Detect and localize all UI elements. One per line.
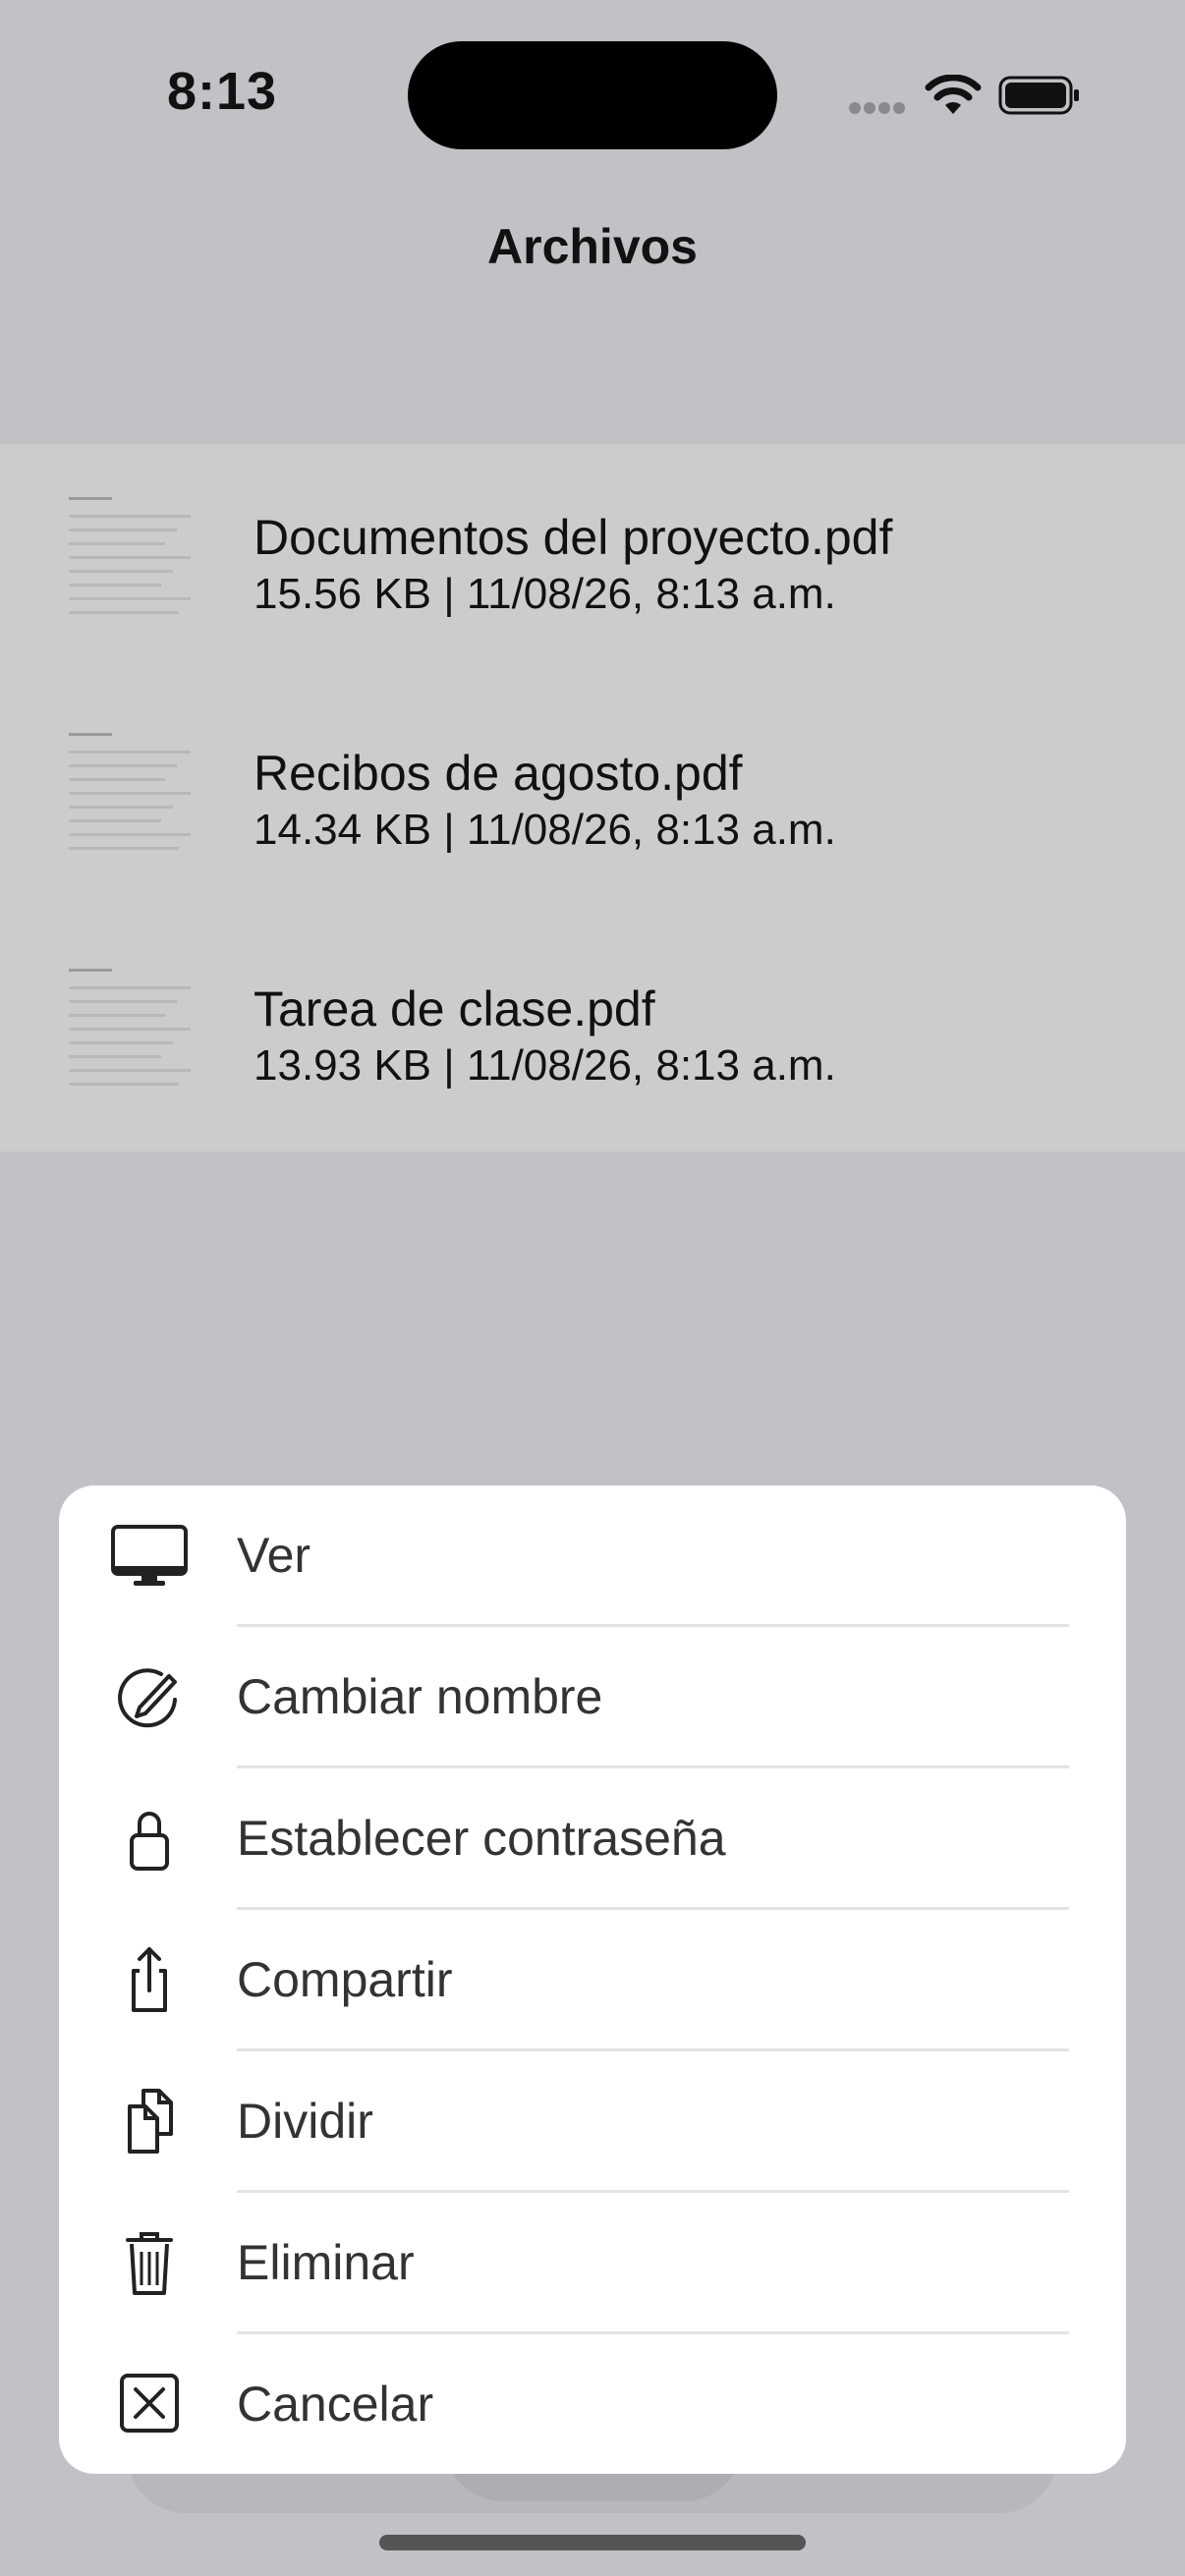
pdf-thumbnail-icon (69, 969, 197, 1096)
wifi-icon (925, 75, 982, 114)
split-documents-icon (128, 2089, 173, 2154)
file-name: Recibos de agosto.pdf (254, 746, 743, 801)
status-time: 8:13 (167, 62, 278, 121)
file-meta: 15.56 KB | 11/08/26, 8:13 a.m. (254, 570, 836, 618)
share-icon (132, 1947, 167, 2012)
file-name: Tarea de clase.pdf (254, 981, 655, 1036)
cellular-signal-icon (849, 101, 908, 115)
lock-icon (130, 1812, 169, 1871)
battery-icon (998, 76, 1079, 115)
file-name: Documentos del proyecto.pdf (254, 510, 893, 565)
file-row[interactable]: Tarea de clase.pdf 13.93 KB | 11/08/26, … (0, 916, 1185, 1151)
dynamic-island (408, 41, 777, 149)
action-label: Dividir (237, 2094, 373, 2149)
file-row[interactable]: Documentos del proyecto.pdf 15.56 KB | 1… (0, 444, 1185, 680)
action-split[interactable]: Dividir (59, 2051, 1126, 2193)
action-label: Eliminar (237, 2235, 415, 2290)
action-rename[interactable]: Cambiar nombre (59, 1627, 1126, 1768)
action-sheet: Ver Cambiar nombre Establecer contraseña… (59, 1485, 1126, 2474)
home-indicator[interactable] (379, 2535, 806, 2550)
action-share[interactable]: Compartir (59, 1910, 1126, 2051)
action-label: Cancelar (237, 2377, 434, 2432)
display-icon (111, 1525, 188, 1586)
action-label: Cambiar nombre (237, 1669, 603, 1724)
file-meta: 14.34 KB | 11/08/26, 8:13 a.m. (254, 806, 836, 854)
rename-pencil-icon (118, 1668, 177, 1728)
page-title: Archivos (487, 219, 698, 274)
action-label: Ver (237, 1528, 311, 1583)
file-list: Documentos del proyecto.pdf 15.56 KB | 1… (0, 444, 1185, 1151)
close-box-icon (120, 2374, 179, 2433)
action-cancel[interactable]: Cancelar (59, 2334, 1126, 2474)
file-meta: 13.93 KB | 11/08/26, 8:13 a.m. (254, 1041, 836, 1090)
pdf-thumbnail-icon (69, 497, 197, 625)
action-delete[interactable]: Eliminar (59, 2193, 1126, 2334)
pdf-thumbnail-icon (69, 733, 197, 861)
trash-icon (126, 2232, 173, 2295)
action-set-password[interactable]: Establecer contraseña (59, 1768, 1126, 1910)
file-row[interactable]: Recibos de agosto.pdf 14.34 KB | 11/08/2… (0, 680, 1185, 916)
action-label: Establecer contraseña (237, 1811, 726, 1866)
action-label: Compartir (237, 1952, 453, 2007)
action-view[interactable]: Ver (59, 1485, 1126, 1627)
